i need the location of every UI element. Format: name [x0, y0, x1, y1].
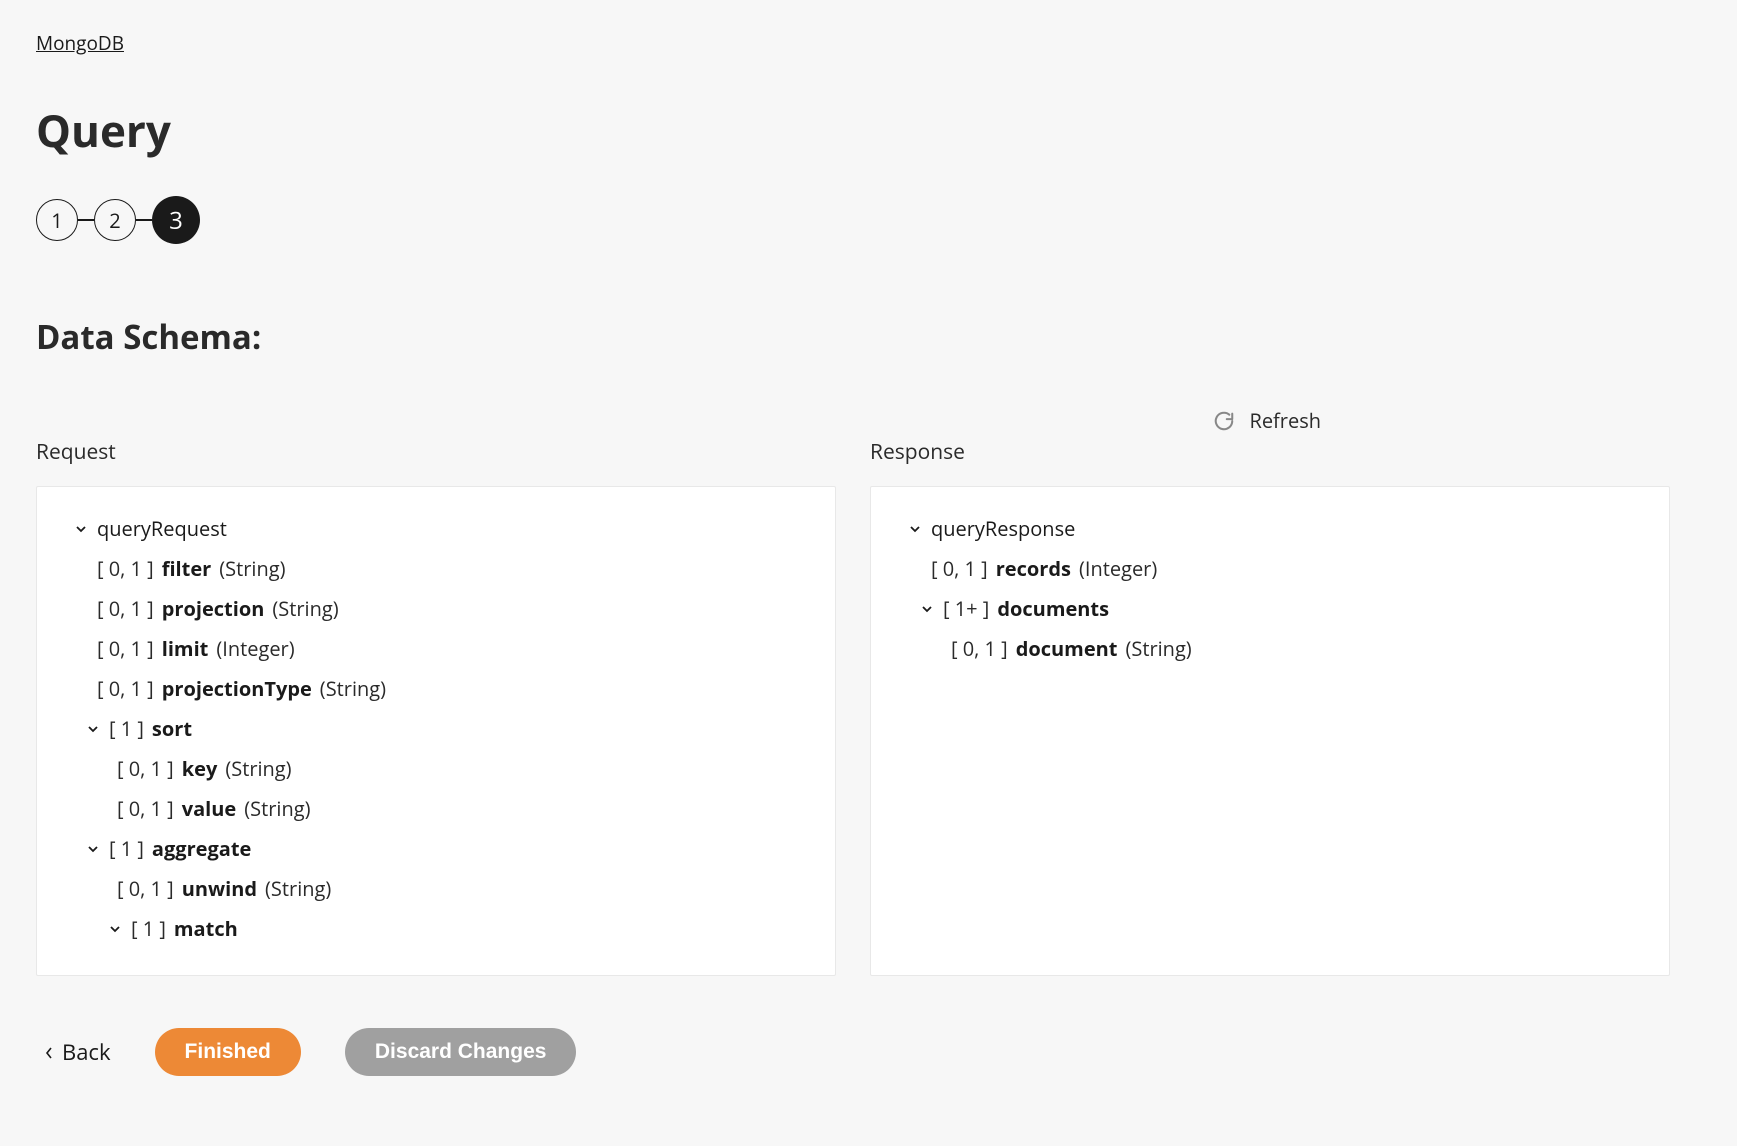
- node-name: aggregate: [152, 829, 251, 869]
- request-column: Request queryRequest [ 0, 1 ] filter (St…: [36, 438, 836, 976]
- node-name: queryRequest: [97, 509, 227, 549]
- node-name: projection: [162, 589, 265, 629]
- discard-changes-button[interactable]: Discard Changes: [345, 1028, 577, 1076]
- node-name: document: [1016, 629, 1118, 669]
- breadcrumb-root-link[interactable]: MongoDB: [36, 30, 124, 56]
- node-card: [ 0, 1 ]: [951, 629, 1008, 669]
- section-title: Data Schema:: [36, 314, 1701, 359]
- tree-node-filter[interactable]: [ 0, 1 ] filter (String): [63, 549, 809, 589]
- tree-node-sort[interactable]: [ 1 ] sort: [63, 709, 809, 749]
- node-name: unwind: [182, 869, 257, 909]
- node-card: [ 1 ]: [131, 909, 166, 949]
- step-3[interactable]: 3: [152, 196, 200, 244]
- refresh-button[interactable]: Refresh: [1213, 407, 1321, 434]
- node-card: [ 0, 1 ]: [117, 749, 174, 789]
- finished-button[interactable]: Finished: [155, 1028, 301, 1076]
- step-connector: [78, 219, 94, 221]
- node-card: [ 0, 1 ]: [97, 589, 154, 629]
- tree-node-document[interactable]: [ 0, 1 ] document (String): [897, 629, 1643, 669]
- response-panel: queryResponse [ 0, 1 ] records (Integer)…: [870, 486, 1670, 976]
- step-2[interactable]: 2: [94, 199, 136, 241]
- chevron-down-icon: [907, 523, 923, 535]
- node-card: [ 0, 1 ]: [117, 869, 174, 909]
- node-type: (Integer): [216, 629, 294, 669]
- node-name: value: [182, 789, 237, 829]
- tree-node-match[interactable]: [ 1 ] match: [63, 909, 809, 949]
- node-name: limit: [162, 629, 209, 669]
- breadcrumb: MongoDB: [36, 30, 1701, 56]
- chevron-down-icon: [73, 523, 89, 535]
- footer-actions: Back Finished Discard Changes: [36, 1028, 1701, 1076]
- refresh-icon: [1213, 410, 1235, 432]
- node-card: [ 0, 1 ]: [931, 549, 988, 589]
- step-1[interactable]: 1: [36, 199, 78, 241]
- node-card: [ 0, 1 ]: [97, 669, 154, 709]
- tree-node-projectionType[interactable]: [ 0, 1 ] projectionType (String): [63, 669, 809, 709]
- refresh-label: Refresh: [1249, 407, 1321, 434]
- tree-node-limit[interactable]: [ 0, 1 ] limit (Integer): [63, 629, 809, 669]
- tree-node-documents[interactable]: [ 1+ ] documents: [897, 589, 1643, 629]
- node-name: documents: [997, 589, 1109, 629]
- node-name: match: [174, 909, 238, 949]
- node-card: [ 1 ]: [109, 829, 144, 869]
- node-name: filter: [162, 549, 212, 589]
- node-type: (String): [272, 589, 338, 629]
- chevron-down-icon: [85, 723, 101, 735]
- node-type: (String): [244, 789, 310, 829]
- tree-node-sort-key[interactable]: [ 0, 1 ] key (String): [63, 749, 809, 789]
- node-type: (String): [320, 669, 386, 709]
- response-column: Response queryResponse [ 0, 1 ] records …: [870, 438, 1670, 976]
- node-type: (String): [219, 549, 285, 589]
- request-panel: queryRequest [ 0, 1 ] filter (String) [ …: [36, 486, 836, 976]
- tree-node-unwind[interactable]: [ 0, 1 ] unwind (String): [63, 869, 809, 909]
- tree-node-aggregate[interactable]: [ 1 ] aggregate: [63, 829, 809, 869]
- node-name: key: [182, 749, 218, 789]
- chevron-down-icon: [85, 843, 101, 855]
- node-card: [ 0, 1 ]: [97, 549, 154, 589]
- node-name: projectionType: [162, 669, 312, 709]
- step-connector: [136, 219, 152, 221]
- node-name: sort: [152, 709, 192, 749]
- tree-node-queryResponse[interactable]: queryResponse: [897, 509, 1643, 549]
- tree-node-records[interactable]: [ 0, 1 ] records (Integer): [897, 549, 1643, 589]
- request-label: Request: [36, 438, 836, 466]
- node-card: [ 0, 1 ]: [97, 629, 154, 669]
- chevron-down-icon: [919, 603, 935, 615]
- response-label: Response: [870, 438, 1670, 466]
- node-card: [ 1+ ]: [943, 589, 989, 629]
- node-name: queryResponse: [931, 509, 1075, 549]
- tree-node-queryRequest[interactable]: queryRequest: [63, 509, 809, 549]
- tree-node-sort-value[interactable]: [ 0, 1 ] value (String): [63, 789, 809, 829]
- node-type: (String): [1125, 629, 1191, 669]
- chevron-left-icon: [44, 1037, 54, 1067]
- node-type: (String): [265, 869, 331, 909]
- node-type: (String): [225, 749, 291, 789]
- node-name: records: [996, 549, 1071, 589]
- node-card: [ 1 ]: [109, 709, 144, 749]
- page-title: Query: [36, 100, 1701, 160]
- stepper: 1 2 3: [36, 196, 1701, 244]
- back-button[interactable]: Back: [44, 1037, 111, 1067]
- node-type: (Integer): [1079, 549, 1157, 589]
- tree-node-projection[interactable]: [ 0, 1 ] projection (String): [63, 589, 809, 629]
- back-label: Back: [62, 1037, 111, 1067]
- chevron-down-icon: [107, 923, 123, 935]
- node-card: [ 0, 1 ]: [117, 789, 174, 829]
